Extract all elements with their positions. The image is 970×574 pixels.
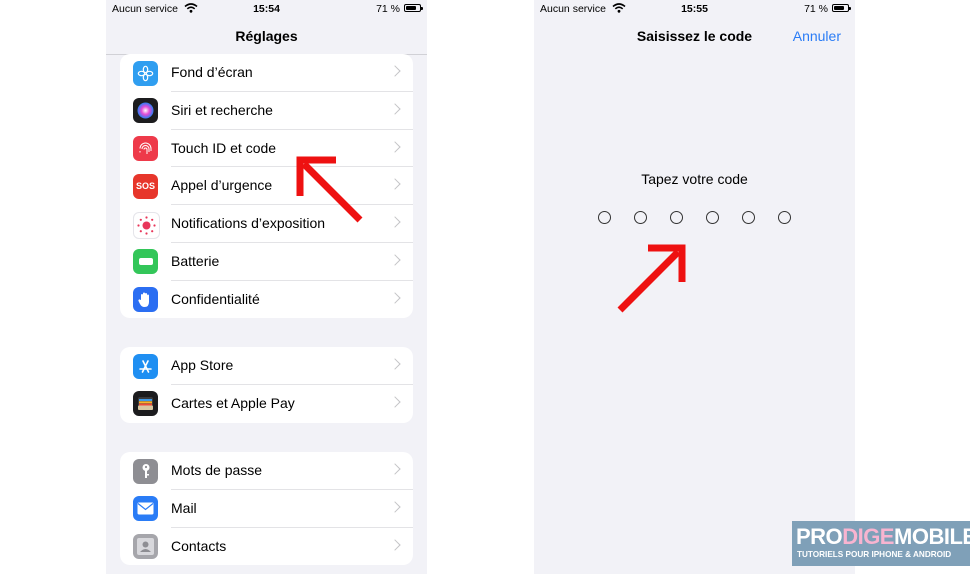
settings-row-label: Siri et recherche — [171, 101, 273, 118]
settings-screen: Aucun service 15:54 71 % Réglages Fond d… — [106, 0, 427, 574]
chevron-right-icon — [389, 358, 401, 370]
settings-row[interactable]: Confidentialité — [120, 281, 413, 319]
contacts-icon — [133, 534, 158, 559]
settings-row[interactable]: Mail — [120, 490, 413, 528]
hand-icon — [133, 287, 158, 312]
chevron-right-icon — [389, 463, 401, 475]
wallet-icon — [133, 391, 158, 417]
settings-row[interactable]: Batterie — [120, 243, 413, 281]
arrow-pointing-touch-id — [296, 156, 363, 223]
passcode-screen: Aucun service 15:55 71 % Saisissez le co… — [534, 0, 855, 574]
passcode-prompt: Tapez votre code — [641, 171, 748, 187]
siri-icon — [133, 98, 158, 124]
logo-tagline: TUTORIELS POUR IPHONE & ANDROID — [797, 550, 952, 559]
settings-row-label: Contacts — [171, 537, 227, 554]
settings-row[interactable]: App Store — [120, 347, 413, 385]
arrow-pointing-code-field — [617, 244, 686, 313]
chevron-right-icon — [389, 216, 401, 228]
status-bar: Aucun service 15:55 71 % — [534, 0, 855, 18]
chevron-right-icon — [389, 178, 401, 190]
passcode-dot — [670, 211, 683, 224]
settings-row[interactable]: Cartes et Apple Pay — [120, 385, 413, 423]
cancel-button[interactable]: Annuler — [793, 28, 841, 44]
chevron-right-icon — [389, 140, 401, 153]
settings-row[interactable]: Mots de passe — [120, 452, 413, 490]
sos-icon: SOS — [133, 173, 158, 199]
passcode-dot — [742, 211, 755, 224]
settings-group-3: Mots de passe Mail Contacts — [120, 452, 413, 566]
page-title: Réglages — [235, 28, 298, 44]
chevron-right-icon — [389, 291, 401, 304]
key-icon — [133, 458, 158, 484]
mail-icon — [133, 496, 158, 522]
settings-row-label: Mail — [171, 499, 197, 516]
flower-icon — [133, 60, 158, 86]
fingerprint-icon — [133, 136, 158, 161]
passcode-dot — [706, 211, 719, 224]
passcode-dots[interactable] — [534, 211, 855, 224]
chevron-right-icon — [389, 396, 401, 408]
settings-row-label: Mots de passe — [171, 462, 263, 478]
logo-brand: PRODIGEMOBILE — [796, 524, 970, 549]
battery-icon — [832, 4, 851, 12]
settings-row-label: Confidentialité — [171, 290, 260, 307]
settings-row-label: Fond d’écran — [171, 64, 253, 80]
chevron-right-icon — [389, 65, 401, 77]
battery-icon — [404, 4, 423, 12]
settings-row[interactable]: Siri et recherche — [120, 92, 413, 130]
exposure-icon — [133, 211, 160, 239]
chevron-right-icon — [389, 103, 401, 115]
settings-row-label: Appel d’urgence — [171, 177, 273, 194]
chevron-right-icon — [389, 501, 401, 513]
settings-row-label: Batterie — [171, 252, 220, 269]
battery-icon — [133, 249, 158, 275]
passcode-dot — [598, 211, 611, 224]
settings-row-label: Cartes et Apple Pay — [171, 394, 295, 411]
settings-row[interactable]: Fond d’écran — [120, 54, 413, 92]
settings-row-label: Touch ID et code — [171, 139, 277, 156]
passcode-dot — [634, 211, 647, 224]
passcode-dot — [778, 211, 791, 224]
settings-group-2: App Store Cartes et Apple Pay — [120, 347, 413, 423]
app-store-icon — [133, 353, 158, 379]
chevron-right-icon — [389, 538, 401, 551]
status-bar: Aucun service 15:54 71 % — [106, 0, 427, 18]
chevron-right-icon — [389, 254, 401, 266]
prodigemobile-logo: PRODIGEMOBILE TUTORIELS POUR IPHONE & AN… — [792, 521, 970, 566]
battery-percent: 71 % — [804, 3, 828, 15]
settings-row-label: App Store — [171, 357, 234, 373]
settings-row[interactable]: Contacts — [120, 528, 413, 566]
battery-percent: 71 % — [376, 3, 400, 15]
